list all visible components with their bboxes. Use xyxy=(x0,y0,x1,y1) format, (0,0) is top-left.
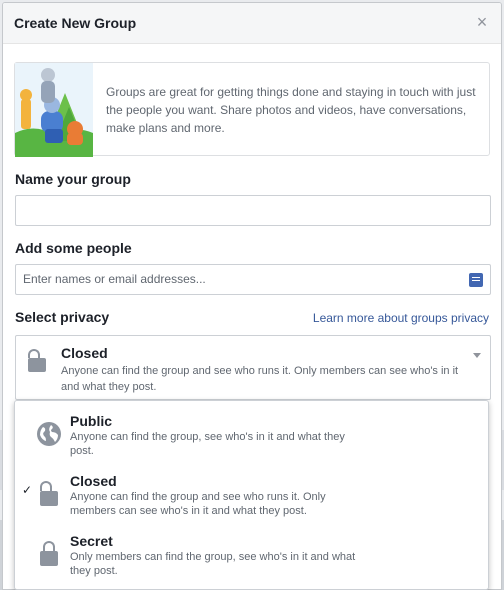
privacy-option-public[interactable]: Public Anyone can find the group, see wh… xyxy=(15,401,488,459)
privacy-option-closed[interactable]: ✓ Closed Anyone can find the group and s… xyxy=(15,461,488,519)
add-people-placeholder: Enter names or email addresses... xyxy=(23,272,206,286)
privacy-selected-description: Anyone can find the group and see who ru… xyxy=(61,365,459,393)
intro-box: Groups are great for getting things done… xyxy=(14,62,490,157)
contact-list-icon[interactable] xyxy=(469,273,483,287)
option-description: Anyone can find the group, see who's in … xyxy=(70,431,345,457)
option-title: Secret xyxy=(70,533,113,549)
chevron-down-icon xyxy=(473,353,481,358)
privacy-option-secret[interactable]: Secret Only members can find the group, … xyxy=(15,521,488,579)
intro-text: Groups are great for getting things done… xyxy=(106,85,476,135)
add-people-input[interactable]: Enter names or email addresses... xyxy=(15,264,491,295)
privacy-selected-title: Closed xyxy=(61,345,108,361)
lock-open-icon xyxy=(27,349,49,373)
privacy-select[interactable]: Closed Anyone can find the group and see… xyxy=(15,335,491,400)
check-icon: ✓ xyxy=(22,483,33,497)
lock-open-icon xyxy=(39,481,61,507)
group-name-input[interactable] xyxy=(15,195,491,226)
option-title: Closed xyxy=(70,473,117,489)
name-group-label: Name your group xyxy=(15,171,131,187)
close-icon[interactable]: × xyxy=(473,13,491,31)
lock-icon xyxy=(39,541,61,567)
dialog-title: Create New Group xyxy=(14,15,137,31)
option-description: Anyone can find the group and see who ru… xyxy=(70,491,326,517)
globe-icon xyxy=(37,422,61,446)
privacy-dropdown-menu: Public Anyone can find the group, see wh… xyxy=(14,400,489,590)
add-people-label: Add some people xyxy=(15,240,132,256)
privacy-label: Select privacy xyxy=(15,309,110,325)
learn-more-privacy-link[interactable]: Learn more about groups privacy xyxy=(313,311,489,325)
dialog-header: Create New Group × xyxy=(3,3,501,44)
option-description: Only members can find the group, see who… xyxy=(70,551,356,577)
option-title: Public xyxy=(70,413,113,429)
group-illustration-icon xyxy=(15,63,93,157)
